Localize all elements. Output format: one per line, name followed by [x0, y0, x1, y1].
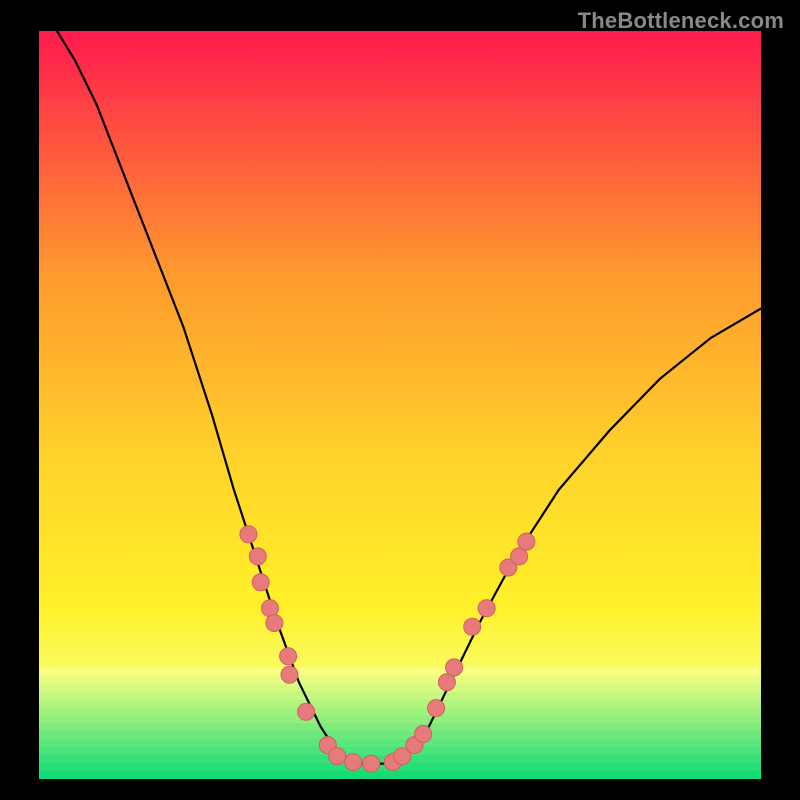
- data-dot: [266, 615, 283, 632]
- data-dot: [298, 703, 315, 720]
- watermark-text: TheBottleneck.com: [578, 8, 784, 34]
- data-dot: [281, 666, 298, 683]
- data-dot: [363, 755, 380, 772]
- plot-background: [39, 31, 761, 771]
- gradient-band: [39, 699, 761, 707]
- data-dot: [518, 533, 535, 550]
- data-dot: [252, 574, 269, 591]
- data-dot: [280, 648, 297, 665]
- data-dot: [464, 618, 481, 635]
- data-dot: [478, 600, 495, 617]
- gradient-band: [39, 739, 761, 747]
- gradient-band: [39, 731, 761, 739]
- gradient-band: [39, 707, 761, 715]
- data-dot: [446, 659, 463, 676]
- gradient-band: [39, 667, 761, 675]
- data-dot: [345, 754, 362, 771]
- gradient-band: [39, 683, 761, 691]
- data-dot: [240, 526, 257, 543]
- data-dot: [249, 548, 266, 565]
- gradient-band: [39, 771, 761, 779]
- gradient-band: [39, 715, 761, 723]
- gradient-band: [39, 723, 761, 731]
- gradient-band: [39, 675, 761, 683]
- data-dot: [428, 700, 445, 717]
- chart-frame: { "watermark": "TheBottleneck.com", "col…: [0, 0, 800, 800]
- gradient-band: [39, 691, 761, 699]
- data-dot: [415, 726, 432, 743]
- bottleneck-chart: [0, 0, 800, 800]
- data-dot: [329, 748, 346, 765]
